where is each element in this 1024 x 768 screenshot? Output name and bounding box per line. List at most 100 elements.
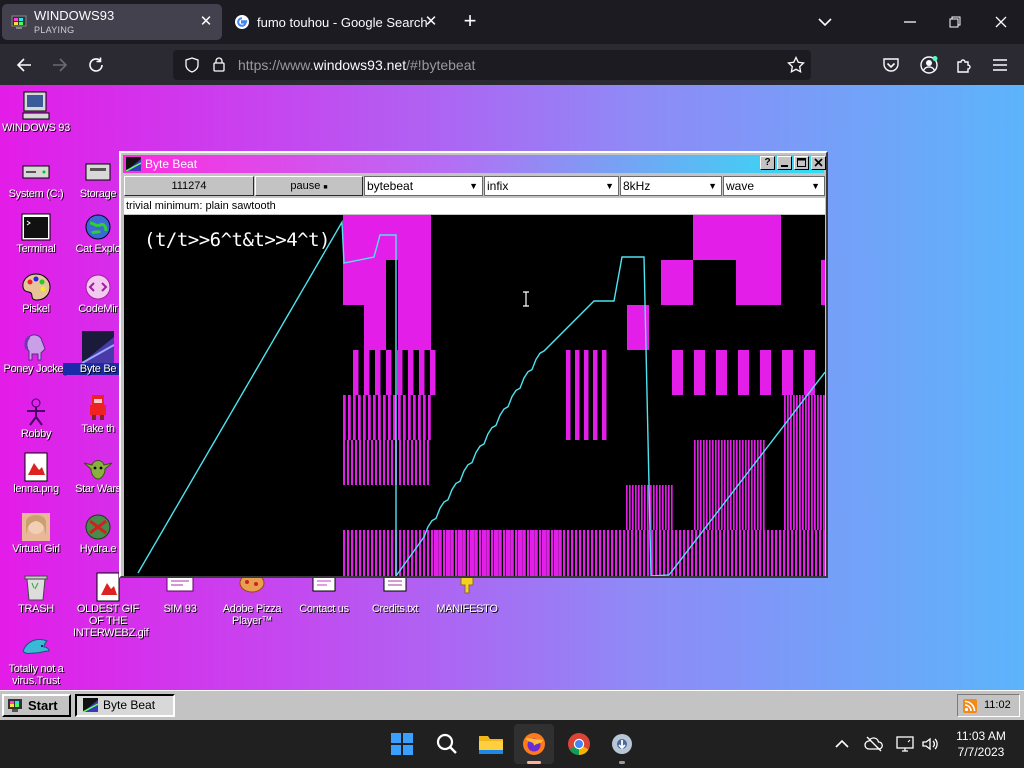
waveform-stripe xyxy=(458,530,460,576)
waveform-stripe xyxy=(351,440,353,485)
windows-start-icon[interactable] xyxy=(390,732,414,756)
waveform-stripe xyxy=(727,530,730,576)
waveform-stripe xyxy=(437,530,439,576)
waveform-stripe xyxy=(759,530,762,576)
desktop-icon-manifesto[interactable]: MANIFESTO xyxy=(432,577,502,615)
app-installer-icon[interactable] xyxy=(610,732,634,756)
waveform-stripe xyxy=(817,395,819,530)
sample-rate-select[interactable]: 8kHz ▼ xyxy=(620,176,722,196)
extensions-puzzle-icon[interactable] xyxy=(955,56,973,74)
bytebeat-window[interactable]: Byte Beat ? 111274 pause ■ bytebeat ▼ inf… xyxy=(119,151,828,579)
maximize-button[interactable] xyxy=(794,156,809,170)
waveform-stripe xyxy=(700,440,702,530)
close-tab-icon[interactable]: ✕ xyxy=(423,14,439,30)
waveform-stripe xyxy=(512,530,514,576)
taskbar-item-bytebeat[interactable]: Byte Beat xyxy=(75,694,175,717)
account-icon[interactable] xyxy=(919,55,939,75)
close-button[interactable] xyxy=(811,156,826,170)
pause-button[interactable]: pause ■ xyxy=(255,176,363,196)
mode-select[interactable]: bytebeat ▼ xyxy=(364,176,483,196)
hamburger-menu-icon[interactable] xyxy=(991,56,1009,74)
desktop-icon-system-c[interactable]: System (C:) xyxy=(1,156,71,200)
forward-arrow-icon[interactable] xyxy=(51,56,69,74)
tab-windows93[interactable]: WINDOWS93 PLAYING ✕ xyxy=(2,4,222,40)
minimize-window-icon[interactable] xyxy=(902,14,918,30)
notation-select[interactable]: infix ▼ xyxy=(484,176,619,196)
desktop-icon-virus[interactable]: Totally not a virus.Trust xyxy=(1,631,71,687)
waveform-stripe xyxy=(482,530,484,576)
reload-icon[interactable] xyxy=(87,56,105,74)
desktop-icon-lenna[interactable]: lenna.png xyxy=(1,451,71,495)
desktop-icon-windows93[interactable]: WINDOWS 93 xyxy=(1,90,71,134)
list-all-tabs-chevron-icon[interactable] xyxy=(817,14,833,30)
waveform-stripe xyxy=(623,530,626,576)
waveform-stripe xyxy=(427,530,430,576)
url-text[interactable]: https://www.windows93.net/#!bytebeat xyxy=(238,57,475,73)
waveform-stripe xyxy=(398,395,401,440)
waveform-stripe xyxy=(793,395,795,530)
close-tab-icon[interactable]: ✕ xyxy=(198,14,214,30)
lock-icon[interactable] xyxy=(211,56,227,73)
new-tab-button[interactable]: + xyxy=(458,10,482,34)
bookmark-star-icon[interactable] xyxy=(787,56,805,74)
waveform-stripe xyxy=(355,530,358,576)
formula-code-editor[interactable]: (t/t>>6^t&t>>4^t) xyxy=(144,229,330,251)
waveform-stripe xyxy=(419,530,422,576)
network-display-icon[interactable] xyxy=(895,734,915,754)
desktop-icon-oldest-gif[interactable]: OLDEST GIF OF THE INTERWEBZ.gif xyxy=(73,571,149,639)
rss-feed-icon[interactable] xyxy=(963,699,977,713)
taskbar-firefox[interactable] xyxy=(514,724,554,764)
window-titlebar[interactable]: Byte Beat ? xyxy=(123,155,826,173)
tab-google-search[interactable]: fumo touhou - Google Search ✕ xyxy=(225,4,447,40)
waveform-canvas[interactable]: (t/t>>6^t&t>>4^t) xyxy=(124,215,826,579)
waveform-stripe xyxy=(815,530,818,576)
desktop-icon-trash[interactable]: TRASH xyxy=(1,571,71,615)
waveform-stripe xyxy=(635,530,638,576)
system-clock[interactable]: 11:03 AM 7/7/2023 xyxy=(948,728,1014,760)
waveform-stripe xyxy=(593,350,598,440)
chrome-icon[interactable] xyxy=(567,732,591,756)
waveform-stripe xyxy=(473,530,475,576)
robot-stick-figure-icon xyxy=(27,398,45,426)
desktop-icon-contact-us[interactable]: Contact us xyxy=(289,577,359,615)
close-window-icon[interactable] xyxy=(993,14,1009,30)
help-button[interactable]: ? xyxy=(760,156,775,170)
waveform-stripe xyxy=(675,530,678,576)
search-icon[interactable] xyxy=(435,732,459,756)
desktop-icon-credits[interactable]: Credits.txt xyxy=(360,577,430,615)
waveform-stripe xyxy=(595,530,598,576)
tracking-shield-icon[interactable] xyxy=(184,57,200,73)
desktop-icon-robby[interactable]: Robby xyxy=(1,396,71,440)
desktop-icon-poney-jockey[interactable]: Poney Jockey xyxy=(1,331,71,375)
desktop-icon-terminal[interactable]: Terminal xyxy=(1,211,71,255)
waveform-stripe xyxy=(627,530,630,576)
waveform-stripe xyxy=(668,485,670,530)
sample-counter-button[interactable]: 111274 xyxy=(124,176,254,196)
hard-drive-icon xyxy=(22,165,50,179)
restore-window-icon[interactable] xyxy=(947,14,963,30)
waveform-visualization xyxy=(137,215,826,579)
waveform-stripe xyxy=(386,350,392,395)
pocket-icon[interactable] xyxy=(882,56,900,74)
waveform-stripe xyxy=(563,530,565,576)
waveform-stripe xyxy=(347,530,350,576)
waveform-stripe xyxy=(488,530,490,576)
cloud-offline-icon[interactable] xyxy=(864,734,884,754)
back-arrow-icon[interactable] xyxy=(15,56,33,74)
waveform-stripe xyxy=(403,530,406,576)
desktop-icon-adobe-pizza[interactable]: Adobe Pizza Player™ xyxy=(217,577,287,627)
start-button[interactable]: Start xyxy=(2,694,71,717)
waveform-stripe xyxy=(579,530,582,576)
url-bar[interactable]: https://www.windows93.net/#!bytebeat xyxy=(173,50,811,80)
chevron-up-icon[interactable] xyxy=(834,736,850,752)
waveform-stripe xyxy=(375,530,378,576)
chevron-down-icon: ▼ xyxy=(811,181,820,191)
view-select[interactable]: wave ▼ xyxy=(723,176,825,196)
waveform-stripe xyxy=(823,395,825,530)
desktop-icon-piskel[interactable]: Piskel xyxy=(1,271,71,315)
desktop-icon-virtual-girl[interactable]: Virtual Girl xyxy=(1,511,71,555)
minimize-button[interactable] xyxy=(777,156,792,170)
file-explorer-icon[interactable] xyxy=(478,732,504,756)
desktop-icon-sim93[interactable]: SIM 93 xyxy=(145,577,215,615)
volume-icon[interactable] xyxy=(920,734,940,754)
